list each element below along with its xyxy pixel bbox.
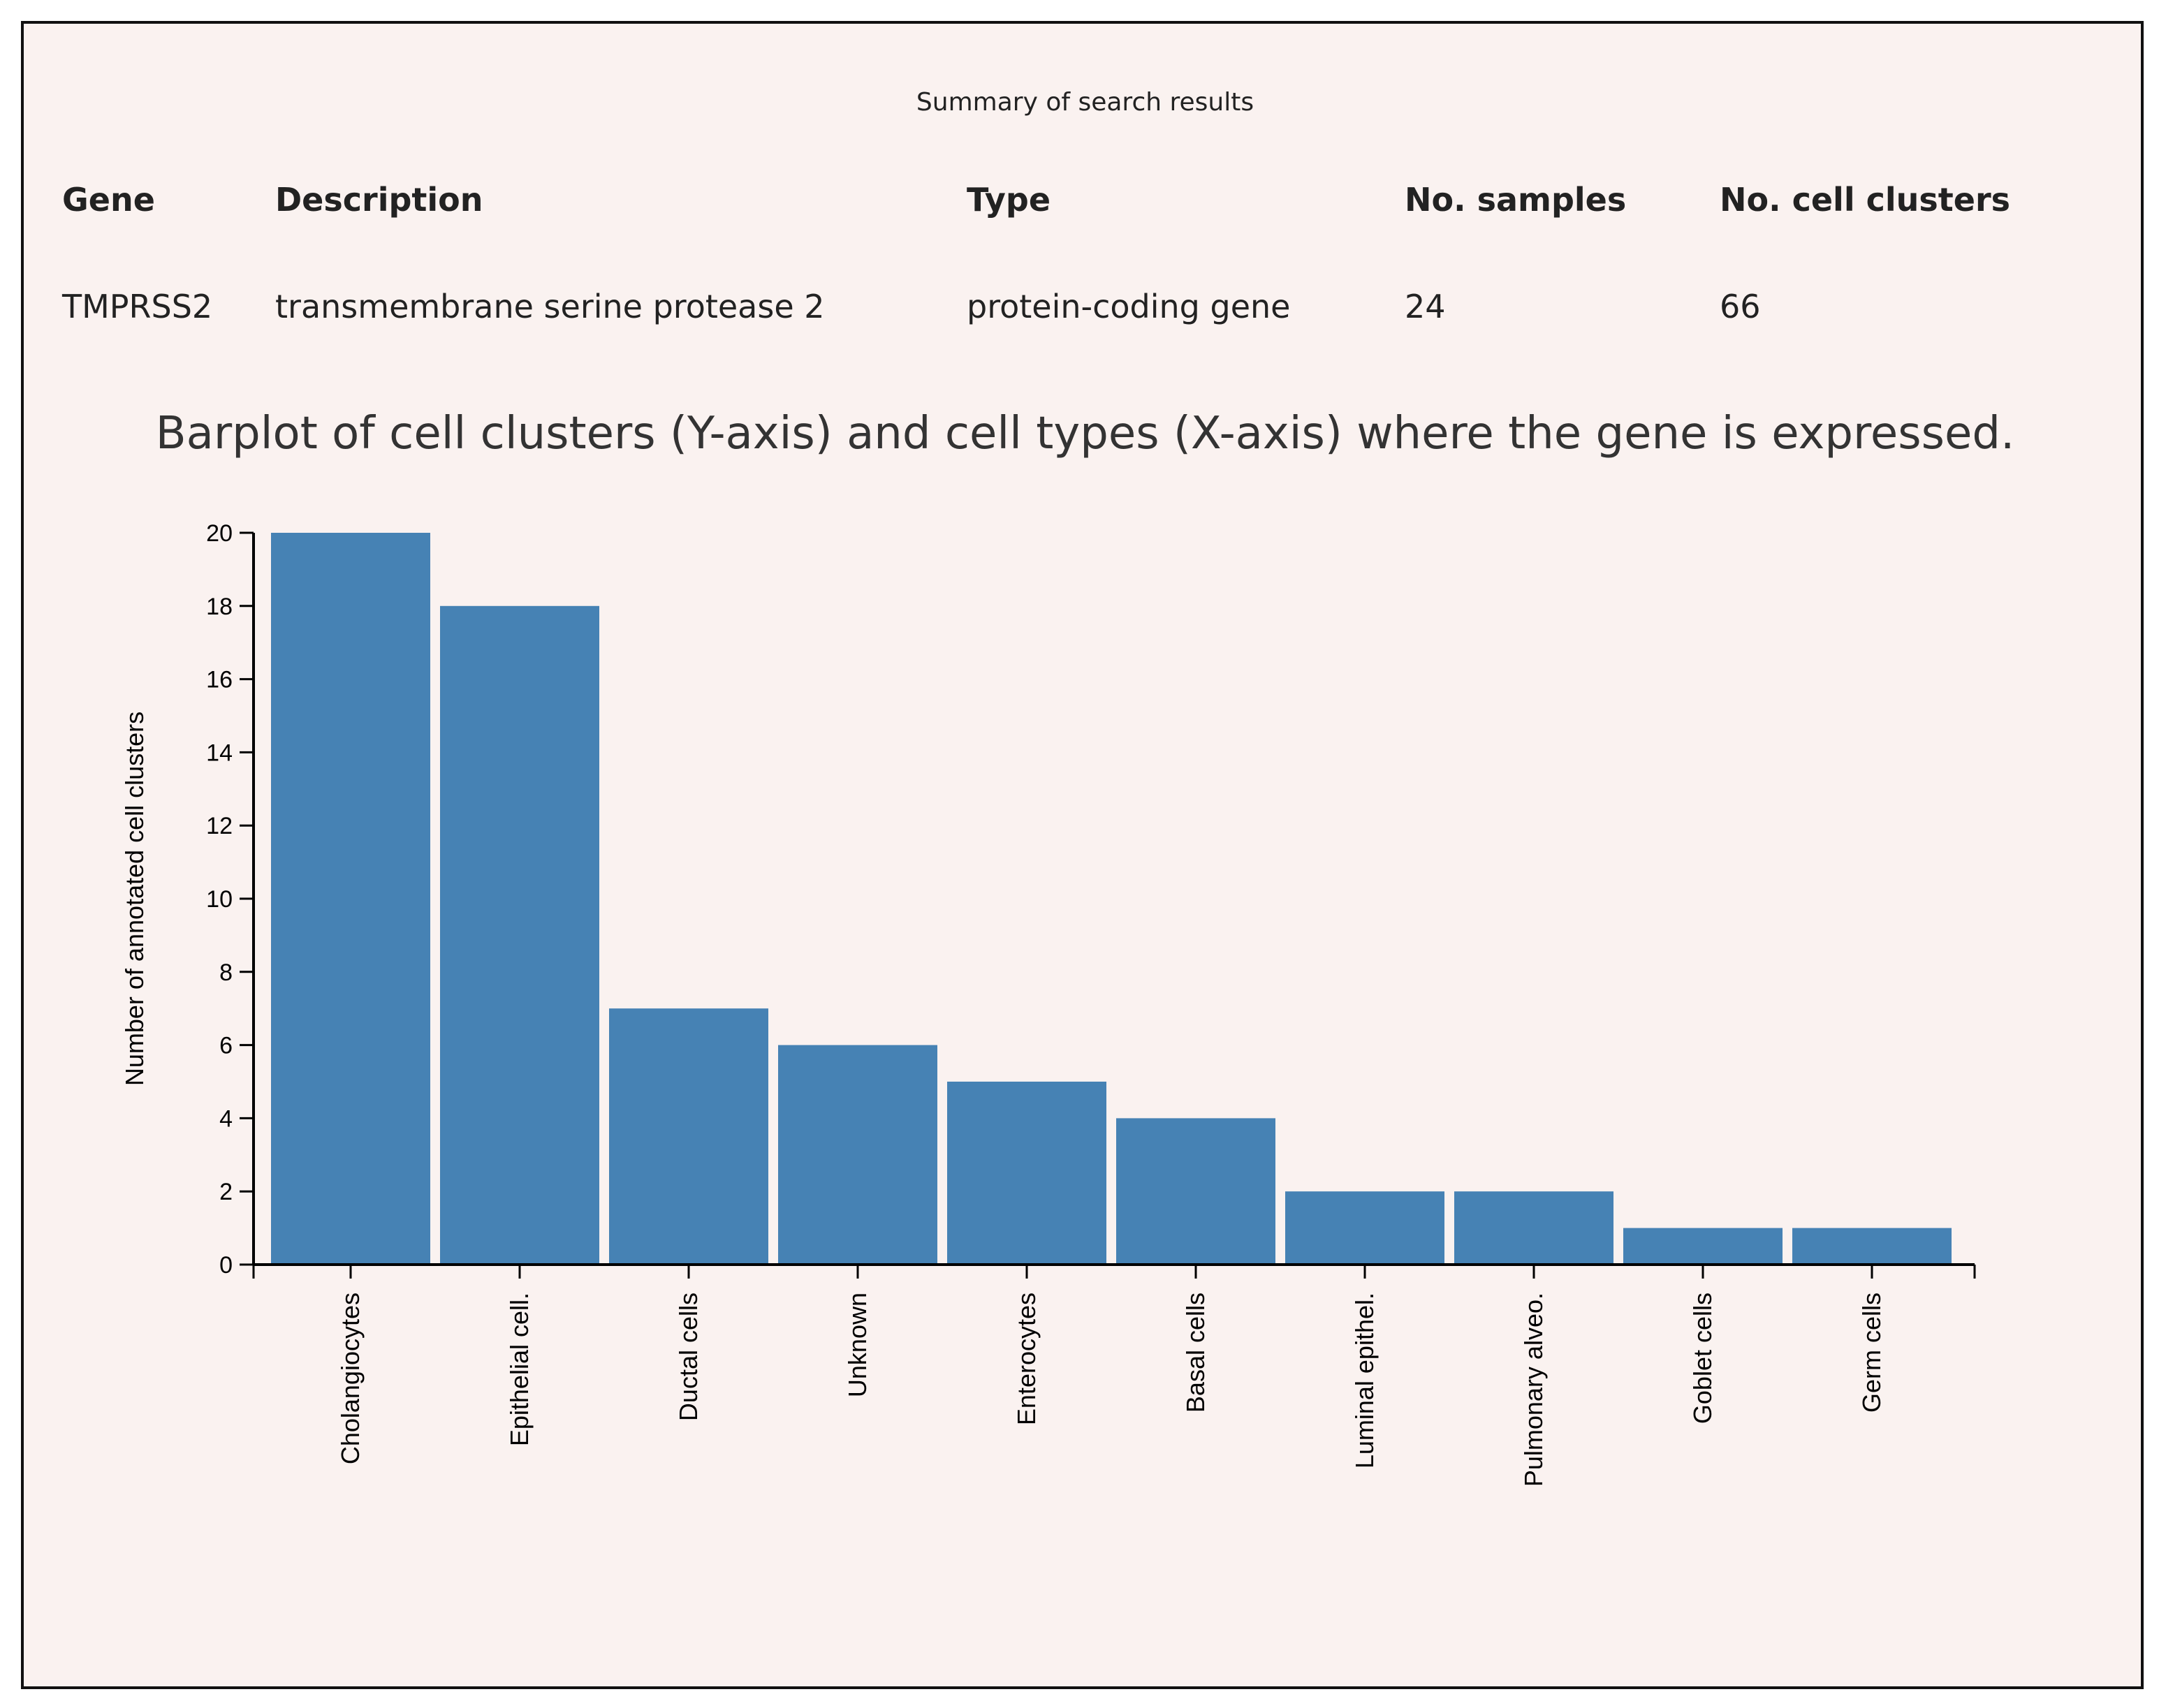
y-tick-label: 2 xyxy=(219,1179,233,1205)
y-tick-label: 10 xyxy=(206,886,233,913)
bar xyxy=(778,1045,937,1265)
bar xyxy=(1116,1118,1275,1265)
x-tick-label: Epithelial cell. xyxy=(505,1293,534,1446)
bar xyxy=(947,1082,1106,1265)
y-tick-label: 6 xyxy=(219,1033,233,1059)
x-tick-label: Cholangiocytes xyxy=(336,1293,365,1464)
y-tick-label: 16 xyxy=(206,667,233,693)
y-tick-label: 18 xyxy=(206,594,233,620)
y-tick-label: 4 xyxy=(219,1105,233,1132)
y-tick-label: 14 xyxy=(206,739,233,766)
x-tick-label: Pulmonary alveo. xyxy=(1519,1293,1548,1487)
bar xyxy=(440,605,599,1265)
y-tick-label: 0 xyxy=(219,1252,233,1279)
y-tick-label: 20 xyxy=(206,520,233,547)
bar xyxy=(1623,1228,1783,1265)
bar xyxy=(609,1008,768,1265)
x-tick-label: Enterocytes xyxy=(1012,1293,1041,1425)
x-tick-label: Ductal cells xyxy=(674,1293,703,1421)
x-tick-label: Goblet cells xyxy=(1688,1293,1717,1424)
bar xyxy=(1285,1191,1444,1265)
y-axis-label: Number of annotated cell clusters xyxy=(120,712,149,1086)
y-tick-label: 12 xyxy=(206,813,233,839)
x-tick-label: Unknown xyxy=(843,1293,872,1397)
x-tick-label: Basal cells xyxy=(1181,1293,1210,1413)
y-tick-label: 8 xyxy=(219,959,233,986)
bar xyxy=(1792,1228,1952,1265)
bar-chart: Cholangiocytes Epithelial cell. Ductal cel… xyxy=(120,520,1976,1487)
x-tick-label: Germ cells xyxy=(1857,1293,1886,1413)
x-tick-label: Luminal epithel. xyxy=(1350,1293,1379,1468)
bar xyxy=(1454,1191,1613,1265)
bar xyxy=(271,533,430,1265)
